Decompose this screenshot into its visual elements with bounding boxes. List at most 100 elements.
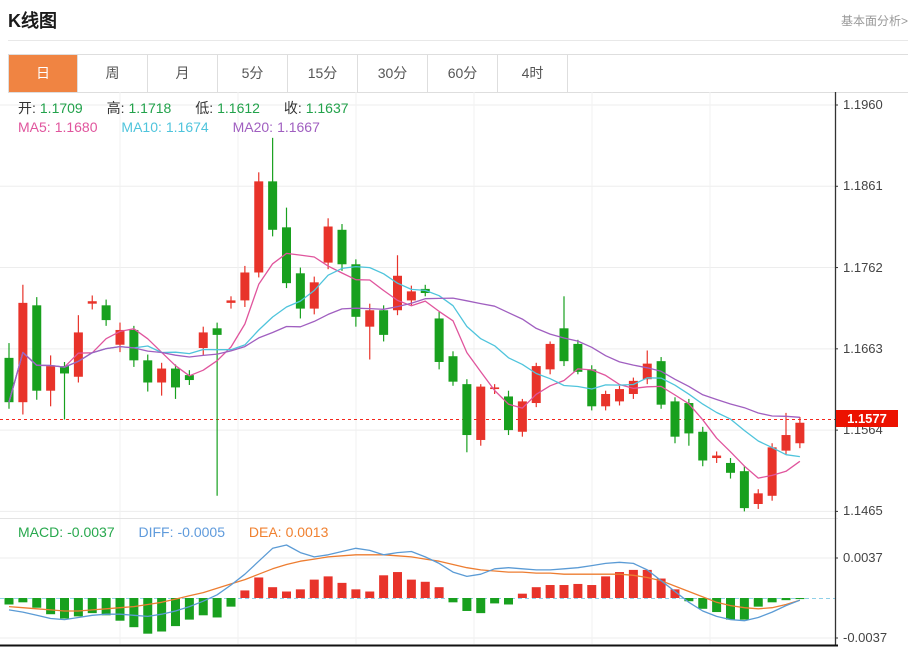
candle-body — [754, 493, 763, 504]
ohlc-legend: 开:1.1709 高:1.1718 低:1.1612 收:1.1637 — [18, 98, 353, 118]
ma5-value: 1.1680 — [55, 119, 98, 135]
candle-body — [213, 328, 222, 335]
candle-body — [435, 318, 444, 362]
ma10-value: 1.1674 — [166, 119, 209, 135]
candle-body — [768, 447, 777, 495]
candle-body — [365, 310, 374, 326]
macd-bar — [560, 585, 569, 598]
candle-body — [296, 273, 305, 308]
macd-bar — [698, 598, 707, 609]
macd-bar — [573, 584, 582, 598]
macd-bar — [379, 575, 388, 598]
macd-bar — [518, 594, 527, 598]
candle-body — [102, 305, 111, 320]
candle-body — [157, 369, 166, 383]
macd-bar — [185, 598, 194, 620]
low-label: 低: — [195, 100, 213, 116]
macd-bar — [504, 598, 513, 604]
macd-bar — [129, 598, 138, 627]
macd-bar — [282, 592, 291, 598]
candle-body — [74, 332, 83, 376]
macd-bar — [587, 585, 596, 598]
close-value: 1.1637 — [306, 100, 349, 116]
ma-legend: MA5:1.1680 MA10:1.1674 MA20:1.1667 — [18, 119, 324, 135]
candle-body — [657, 361, 666, 405]
price-axis-label: 1.1663 — [843, 341, 913, 356]
macd-bar — [5, 598, 14, 604]
macd-bar — [254, 577, 263, 598]
macd-bar — [268, 587, 277, 598]
candle-body — [698, 432, 707, 461]
candle-body — [240, 272, 249, 300]
macd-bar — [726, 598, 735, 620]
high-label: 高: — [107, 100, 125, 116]
candle-body — [324, 227, 333, 263]
ma5-line — [9, 253, 800, 478]
macd-bar — [338, 583, 347, 598]
macd-bar — [310, 580, 319, 598]
price-axis-label: 1.1465 — [843, 503, 913, 518]
open-value: 1.1709 — [40, 100, 83, 116]
macd-bar — [490, 598, 499, 603]
low-value: 1.1612 — [217, 100, 260, 116]
macd-bar — [88, 598, 97, 613]
macd-bar — [754, 598, 763, 607]
macd-bar — [643, 570, 652, 598]
kline-app: K线图 基本面分析> 日周月5分15分30分60分4时 开:1.1709 高:1… — [0, 0, 916, 651]
macd-bar — [324, 576, 333, 598]
ma10-label: MA10: — [121, 119, 161, 135]
ma20-label: MA20: — [233, 119, 273, 135]
macd-bar — [227, 598, 236, 607]
candle-body — [5, 358, 14, 402]
macd-bar — [32, 598, 41, 608]
macd-bar — [532, 587, 541, 598]
candle-body — [740, 471, 749, 508]
ma10-line — [9, 267, 800, 457]
macd-legend: MACD:-0.0037 DIFF:-0.0005 DEA:0.0013 — [18, 524, 332, 540]
candle-body — [712, 456, 721, 458]
macd-bar — [116, 598, 125, 621]
macd-axis-label: 0.0037 — [843, 550, 913, 565]
macd-bar — [240, 590, 249, 598]
high-value: 1.1718 — [129, 100, 172, 116]
macd-bar — [462, 598, 471, 611]
candle-body — [171, 369, 180, 388]
macd-axis-label: -0.0037 — [843, 630, 913, 645]
candle-body — [449, 356, 458, 381]
macd-value: -0.0037 — [67, 524, 114, 540]
candle-body — [546, 344, 555, 369]
macd-bar — [18, 598, 27, 602]
candle-body — [254, 181, 263, 272]
candle-body — [129, 330, 138, 360]
dea-line — [9, 555, 800, 611]
ma5-label: MA5: — [18, 119, 51, 135]
diff-value: -0.0005 — [178, 524, 225, 540]
candle-body — [795, 423, 804, 444]
macd-label: MACD: — [18, 524, 63, 540]
candle-body — [462, 384, 471, 435]
diff-label: DIFF: — [139, 524, 174, 540]
candle-body — [379, 310, 388, 335]
macd-bar — [546, 585, 555, 598]
candle-body — [615, 389, 624, 401]
price-axis-label: 1.1762 — [843, 260, 913, 275]
close-label: 收: — [284, 100, 302, 116]
macd-bar — [740, 598, 749, 620]
price-axis-label: 1.1960 — [843, 97, 913, 112]
macd-bar — [476, 598, 485, 613]
dea-value: 0.0013 — [286, 524, 329, 540]
macd-bar — [615, 572, 624, 598]
candle-body — [476, 387, 485, 440]
candlestick-chart[interactable] — [0, 92, 838, 651]
macd-bar — [365, 592, 374, 598]
current-price-badge: 1.1577 — [836, 410, 898, 427]
macd-bar — [351, 589, 360, 598]
candle-body — [268, 181, 277, 229]
candle-body — [782, 435, 791, 451]
macd-bar — [795, 598, 804, 599]
macd-bar — [629, 570, 638, 598]
macd-bar — [213, 598, 222, 617]
candle-body — [726, 463, 735, 473]
macd-bar — [46, 598, 55, 614]
candle-body — [46, 366, 55, 391]
